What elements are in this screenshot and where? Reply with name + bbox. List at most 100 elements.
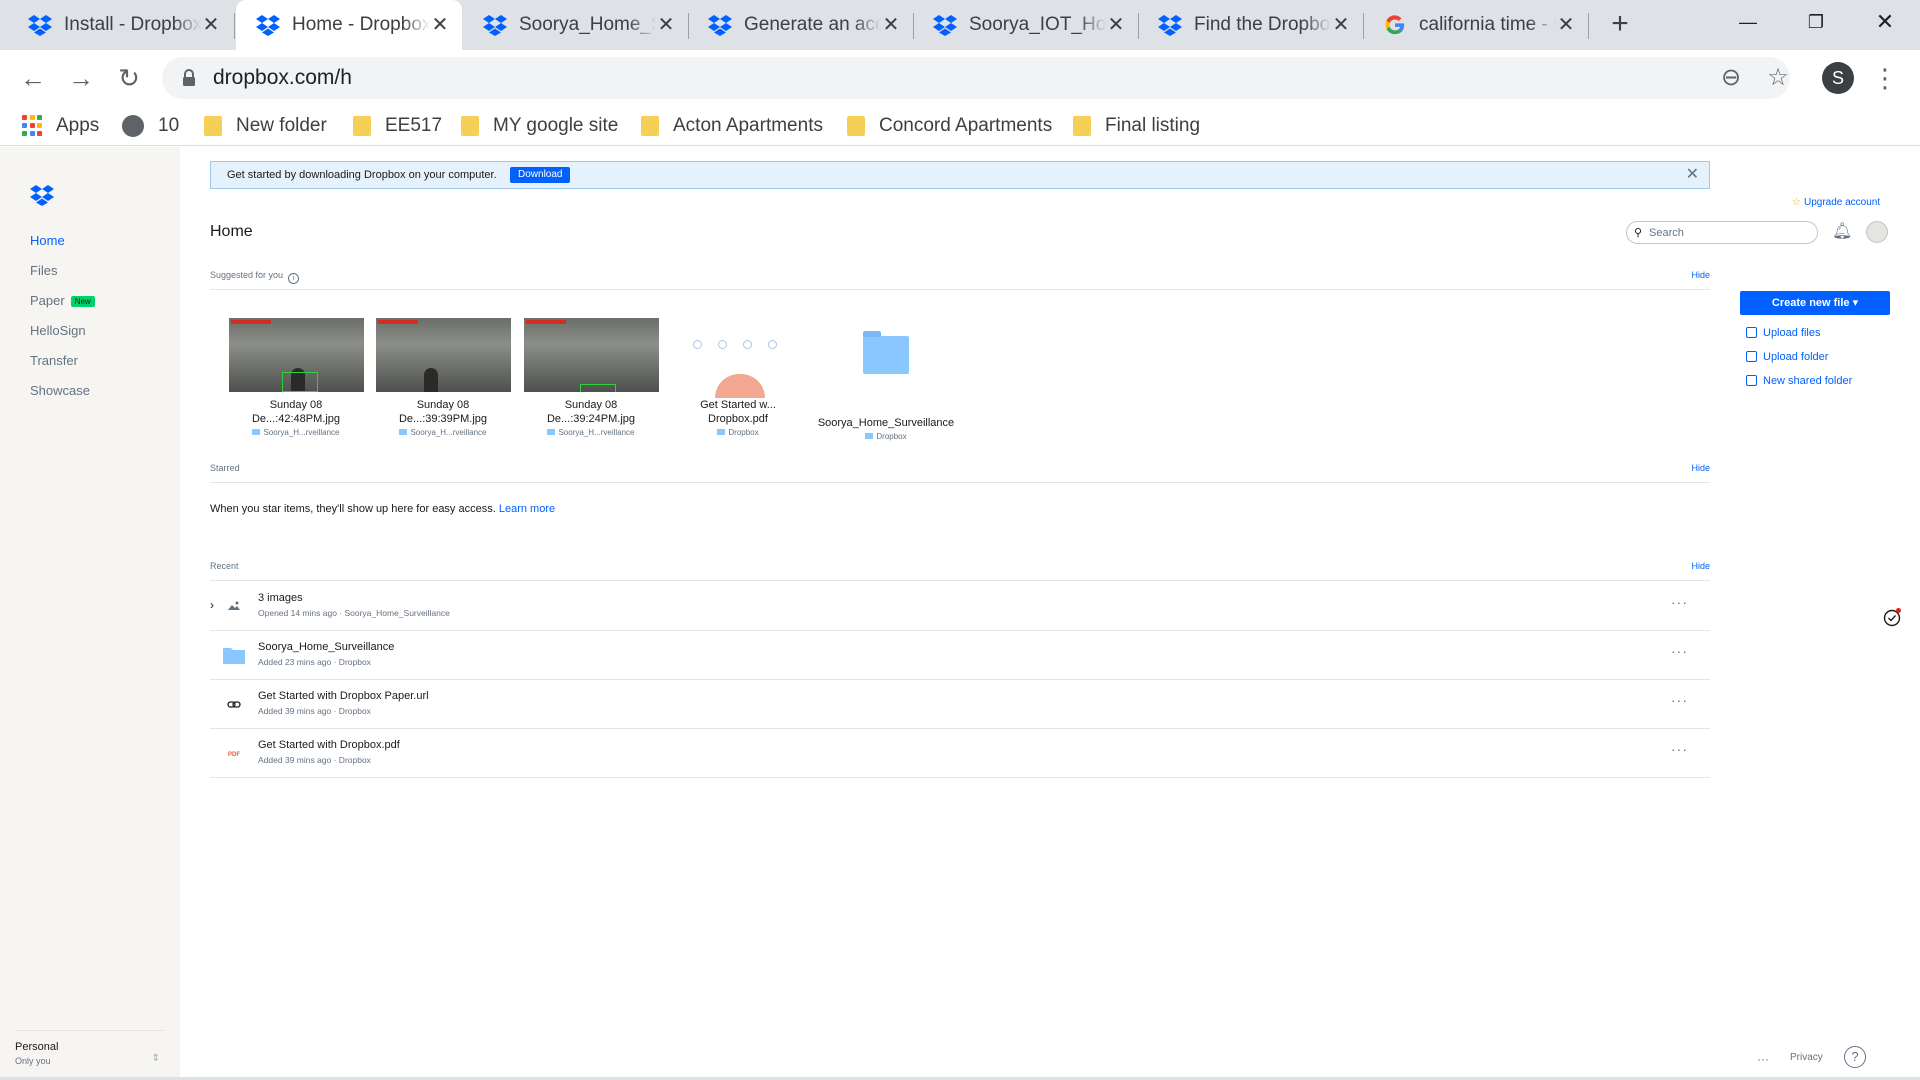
- bookmark-new-folder[interactable]: New folder: [204, 106, 327, 146]
- hide-recent-link[interactable]: Hide: [1691, 561, 1710, 571]
- suggested-item[interactable]: Sunday 08 De...:39:24PM.jpg Soorya_H...rv…: [521, 318, 661, 437]
- folder-icon: [353, 116, 371, 136]
- close-icon[interactable]: ✕: [1556, 15, 1576, 35]
- item-name: Sunday 08 De...:39:39PM.jpg: [398, 399, 488, 425]
- tab-title: Find the Dropbox: [1194, 14, 1331, 35]
- upload-files-link[interactable]: Upload files: [1746, 327, 1820, 339]
- tab-home-dropbox[interactable]: Home - Dropbox ✕: [236, 0, 462, 50]
- restore-button[interactable]: ❐: [1786, 0, 1846, 44]
- dropbox-logo-icon[interactable]: [30, 184, 54, 206]
- dropbox-icon: [256, 15, 280, 36]
- search-input[interactable]: [1649, 224, 1809, 241]
- hide-suggested-link[interactable]: Hide: [1691, 270, 1710, 280]
- suggested-item[interactable]: Get Started w... Dropbox.pdf Dropbox: [668, 318, 808, 437]
- learn-more-link[interactable]: Learn more: [499, 503, 555, 515]
- sidebar-item-files[interactable]: Files: [30, 263, 57, 278]
- section-label: Starred: [210, 463, 240, 473]
- more-options-icon[interactable]: ···: [1671, 643, 1688, 659]
- bell-icon[interactable]: 🔔︎: [1832, 221, 1852, 243]
- suggested-item[interactable]: Sunday 08 De...:39:39PM.jpg Soorya_H...rv…: [373, 318, 513, 437]
- bookmark-concord-apartments[interactable]: Concord Apartments: [847, 106, 1052, 146]
- upgrade-account-link[interactable]: ☆ Upgrade account: [1792, 197, 1880, 208]
- banner-text: Get started by downloading Dropbox on yo…: [227, 169, 497, 181]
- folder-icon: [847, 116, 865, 136]
- reload-icon[interactable]: ↻: [109, 58, 149, 98]
- sidebar-item-home[interactable]: Home: [30, 233, 65, 248]
- search-box[interactable]: ⚲: [1626, 221, 1818, 244]
- tab-soorya-iot[interactable]: Soorya_IOT_Home ✕: [913, 0, 1138, 50]
- upload-folder-link[interactable]: Upload folder: [1746, 351, 1828, 363]
- more-options-icon[interactable]: ···: [1671, 692, 1688, 708]
- suggested-section-header: Suggested for you i Hide: [210, 270, 1710, 290]
- tab-title: Soorya_Home_Surveillance: [519, 14, 656, 35]
- hide-starred-link[interactable]: Hide: [1691, 463, 1710, 473]
- window-close-button[interactable]: ✕: [1855, 0, 1915, 44]
- bookmark-my-google-site[interactable]: MY google site: [461, 106, 618, 146]
- help-icon[interactable]: ?: [1844, 1046, 1866, 1068]
- forward-arrow-icon[interactable]: →: [61, 58, 101, 98]
- profile-avatar[interactable]: S: [1822, 62, 1854, 94]
- tab-soorya-home[interactable]: Soorya_Home_Surveillance ✕: [463, 0, 688, 50]
- avatar[interactable]: [1866, 221, 1888, 243]
- new-shared-folder-link[interactable]: New shared folder: [1746, 375, 1852, 387]
- new-tab-button[interactable]: +: [1603, 8, 1637, 42]
- account-switcher[interactable]: Personal Only you ⇕: [15, 1030, 165, 1066]
- close-icon[interactable]: ✕: [1686, 162, 1699, 188]
- dropbox-icon: [1158, 15, 1182, 36]
- back-arrow-icon[interactable]: ←: [13, 58, 53, 98]
- checklist-icon[interactable]: [1882, 607, 1902, 627]
- sidebar-item-showcase[interactable]: Showcase: [30, 383, 90, 398]
- bookmark-acton-apartments[interactable]: Acton Apartments: [641, 106, 823, 146]
- recent-row[interactable]: Get Started with Dropbox Paper.url Added…: [210, 680, 1710, 729]
- row-name: Get Started with Dropbox.pdf: [258, 739, 400, 751]
- image-thumbnail: [228, 318, 364, 392]
- bookmark-apps[interactable]: Apps: [22, 106, 99, 146]
- bookmark-ee517[interactable]: EE517: [353, 106, 442, 146]
- recent-row[interactable]: Soorya_Home_Surveillance Added 23 mins a…: [210, 631, 1710, 680]
- minimize-button[interactable]: —: [1718, 0, 1778, 44]
- item-location: Soorya_H...rveillance: [373, 428, 513, 437]
- tab-generate-token[interactable]: Generate an access token ✕: [688, 0, 913, 50]
- chevron-right-icon[interactable]: ›: [210, 598, 214, 612]
- upload-file-icon: [1746, 327, 1757, 338]
- recent-row[interactable]: › 3 images Opened 14 mins ago · Soorya_H…: [210, 582, 1710, 631]
- sidebar-item-transfer[interactable]: Transfer: [30, 353, 78, 368]
- suggested-item[interactable]: Sunday 08 De...:42:48PM.jpg Soorya_H...rv…: [226, 318, 366, 437]
- close-icon[interactable]: ✕: [881, 15, 901, 35]
- tab-title: Soorya_IOT_Home: [969, 14, 1106, 35]
- download-button[interactable]: Download: [510, 167, 571, 183]
- close-icon[interactable]: ✕: [656, 15, 676, 35]
- page-title: Home: [210, 223, 253, 240]
- item-location: Soorya_H...rveillance: [226, 428, 366, 437]
- tab-find-dropbox[interactable]: Find the Dropbox ✕: [1138, 0, 1363, 50]
- recent-section-header: Recent Hide: [210, 561, 1710, 581]
- close-icon[interactable]: ✕: [430, 15, 450, 35]
- item-location: Soorya_H...rveillance: [521, 428, 661, 437]
- close-icon[interactable]: ✕: [1106, 15, 1126, 35]
- close-icon[interactable]: ✕: [1331, 15, 1351, 35]
- more-options-icon[interactable]: ···: [1671, 741, 1688, 757]
- info-icon[interactable]: i: [288, 273, 300, 284]
- bookmark-label: Final listing: [1105, 115, 1201, 136]
- privacy-link[interactable]: Privacy: [1790, 1052, 1823, 1063]
- browser-toolbar: ← → ↻ dropbox.com/h ⊖ ☆ S ⋮: [0, 50, 1920, 106]
- bookmark-final-listing[interactable]: Final listing: [1073, 106, 1200, 146]
- suggested-item[interactable]: Soorya_Home_Surveillance Dropbox: [815, 318, 957, 441]
- zoom-icon[interactable]: ⊖: [1718, 65, 1744, 91]
- tab-california-time[interactable]: california time - Google ✕: [1363, 0, 1588, 50]
- folder-icon: [863, 331, 909, 374]
- address-bar[interactable]: dropbox.com/h ⊖ ☆: [162, 57, 1790, 99]
- bookmark-star-icon[interactable]: ☆: [1765, 65, 1791, 91]
- footer-more-icon[interactable]: ···: [1757, 1052, 1769, 1066]
- sidebar-item-paper[interactable]: Paper New: [30, 293, 95, 308]
- chevron-up-down-icon: ⇕: [151, 1053, 160, 1064]
- browser-menu-icon[interactable]: ⋮: [1872, 60, 1898, 96]
- star-icon: ☆: [1792, 197, 1801, 208]
- bookmark-10[interactable]: 10: [122, 106, 179, 146]
- more-options-icon[interactable]: ···: [1671, 594, 1688, 610]
- close-icon[interactable]: ✕: [201, 15, 221, 35]
- sidebar-item-hellosign[interactable]: HelloSign: [30, 323, 86, 338]
- tab-install-dropbox[interactable]: Install - Dropbox ✕: [8, 0, 233, 50]
- recent-row[interactable]: PDF Get Started with Dropbox.pdf Added 3…: [210, 729, 1710, 778]
- create-new-file-button[interactable]: Create new file ▾: [1740, 291, 1890, 315]
